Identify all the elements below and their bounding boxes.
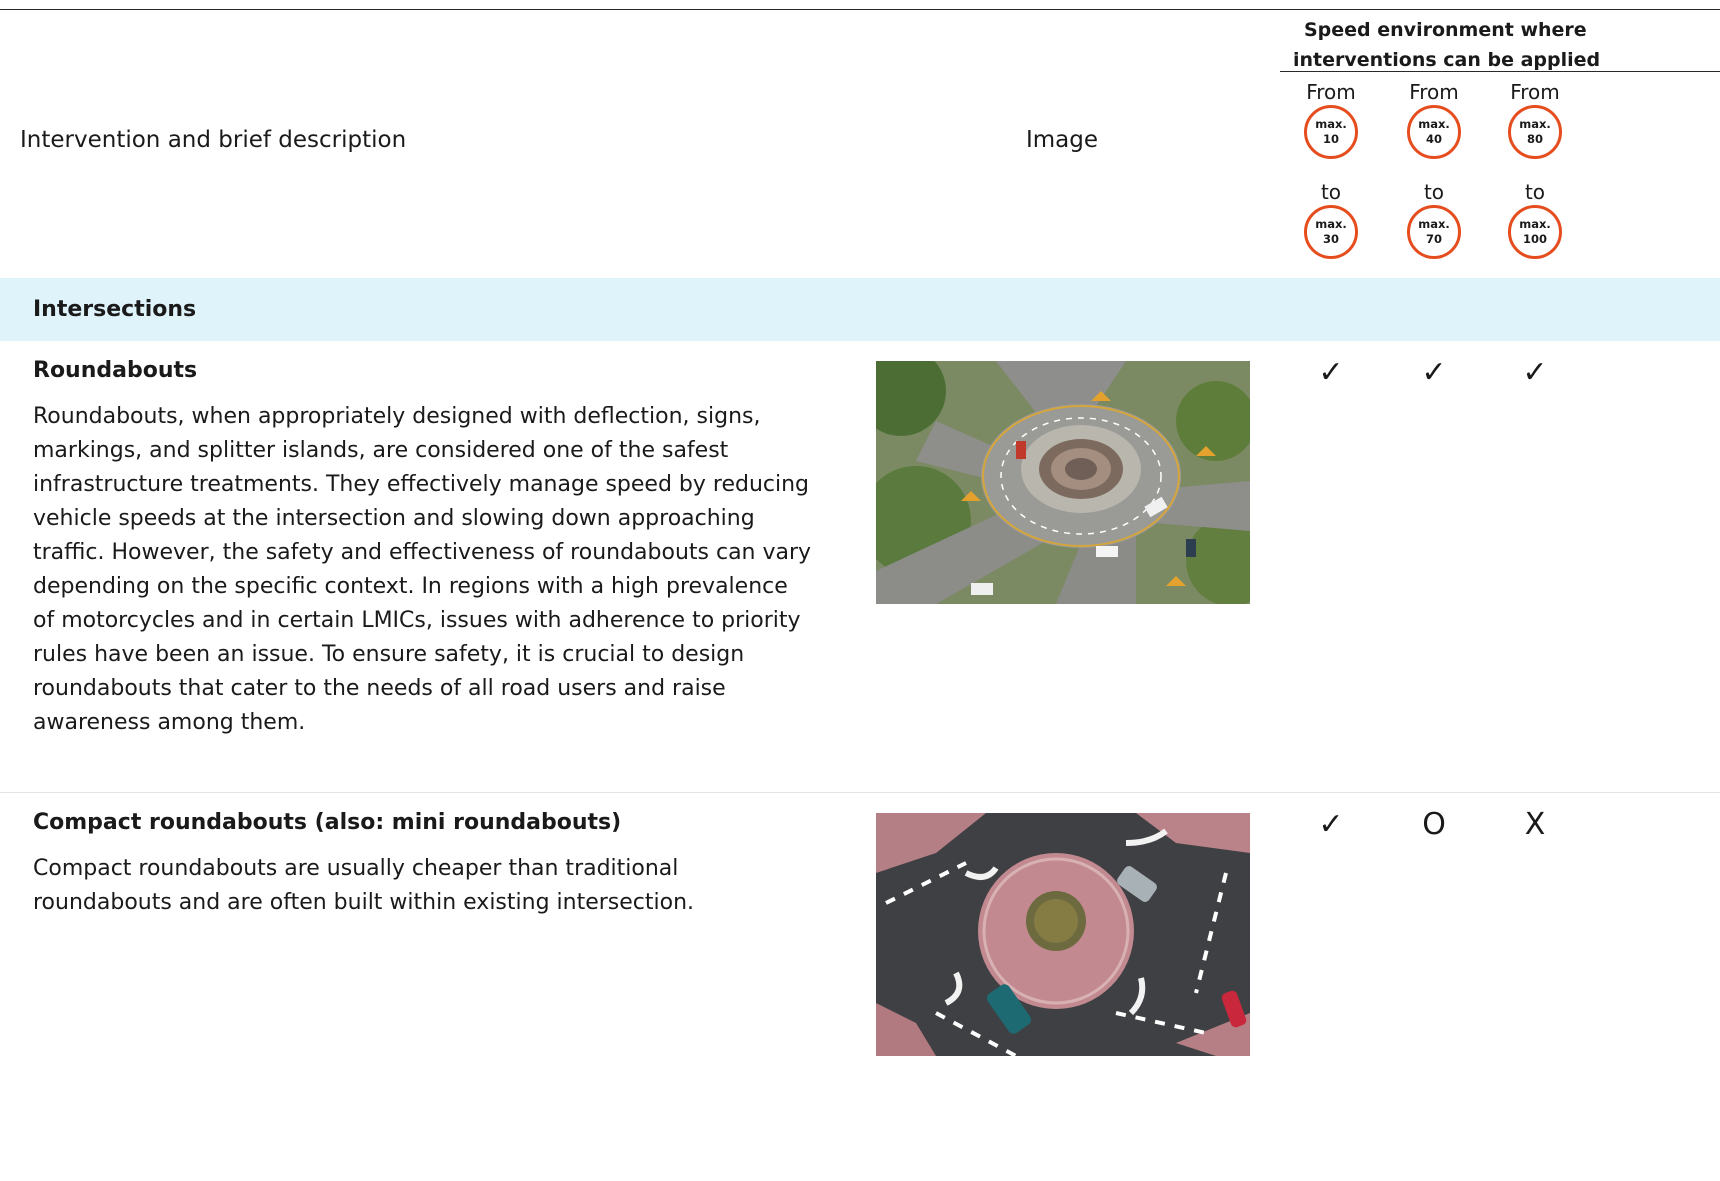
row-title: Roundabouts — [33, 358, 198, 383]
section-label: Intersections — [33, 297, 197, 322]
speed-limit-sign-icon: max. 10 — [1304, 105, 1358, 159]
applicability-mark: ✓ — [1522, 355, 1548, 390]
compact-roundabout-photo — [876, 813, 1250, 1056]
roundabout-photo-image — [876, 361, 1250, 604]
row-description: Roundabouts, when appropriately designed… — [33, 404, 812, 735]
to-word: to — [1524, 180, 1546, 204]
sign-value: 70 — [1425, 232, 1442, 246]
to-word: to — [1320, 180, 1342, 204]
speed-title-underline — [1280, 71, 1720, 72]
row-description: Compact roundabouts are usually cheaper … — [33, 856, 695, 915]
sign-value: 40 — [1425, 132, 1442, 146]
applicability-mark: ✓ — [1318, 355, 1344, 390]
header-description-label: Intervention and brief description — [20, 127, 407, 153]
speed-column-1: From max. 10 to max. 30 — [1291, 79, 1371, 259]
applicability-mark: ✓ — [1421, 355, 1447, 390]
row-title: Compact roundabouts (also: mini roundabo… — [33, 810, 622, 835]
speed-limit-sign-icon: max. 40 — [1407, 105, 1461, 159]
speed-limit-sign-icon: max. 80 — [1508, 105, 1562, 159]
from-word: From — [1409, 80, 1459, 104]
compact-roundabout-photo-image — [876, 813, 1250, 1056]
sign-max: max. — [1418, 117, 1450, 131]
sign-max: max. — [1519, 217, 1551, 231]
applicability-mark: ✓ — [1318, 807, 1344, 842]
applicability-mark: O — [1422, 807, 1446, 842]
header-image-label: Image — [1025, 127, 1099, 153]
speed-title-line1: Speed environment where — [1304, 19, 1587, 41]
speed-limit-sign-icon: max. 30 — [1304, 205, 1358, 259]
sign-value: 10 — [1322, 132, 1339, 146]
sign-max: max. — [1519, 117, 1551, 131]
speed-column-2: From max. 40 to max. 70 — [1394, 79, 1474, 259]
to-word: to — [1423, 180, 1445, 204]
speed-limit-sign-icon: max. 100 — [1508, 205, 1562, 259]
sign-max: max. — [1315, 217, 1347, 231]
top-rule — [0, 9, 1720, 10]
sign-value: 100 — [1522, 232, 1547, 246]
section-band-fill — [0, 278, 1720, 341]
applicability-mark: X — [1524, 807, 1546, 842]
from-word: From — [1306, 80, 1356, 104]
roundabout-photo — [876, 361, 1250, 604]
from-word: From — [1510, 80, 1560, 104]
sign-max: max. — [1315, 117, 1347, 131]
sign-value: 30 — [1322, 232, 1339, 246]
speed-limit-sign-icon: max. 70 — [1407, 205, 1461, 259]
speed-column-3: From max. 80 to max. 100 — [1495, 79, 1575, 259]
row-divider — [0, 792, 1720, 793]
sign-max: max. — [1418, 217, 1450, 231]
sign-value: 80 — [1526, 132, 1543, 146]
